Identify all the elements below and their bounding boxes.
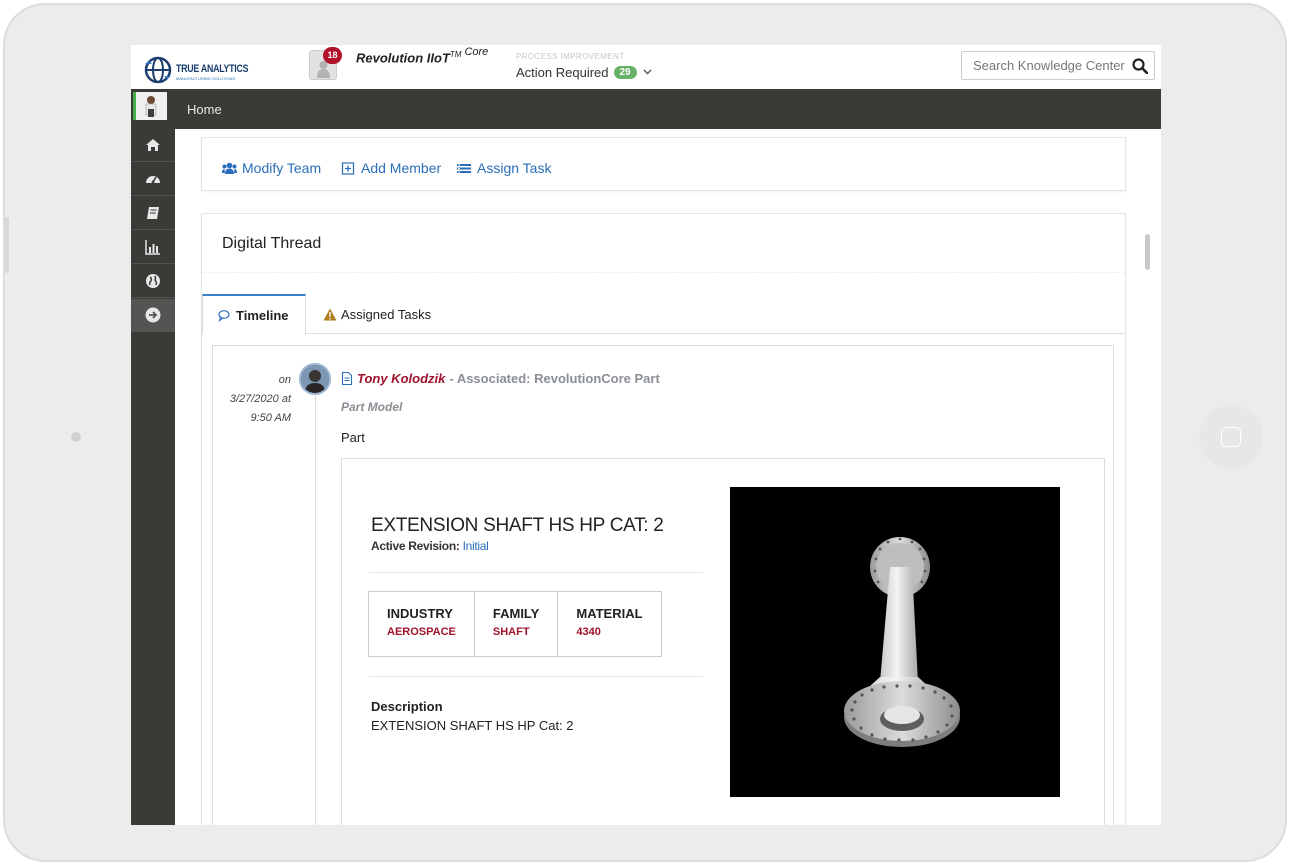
- part-revision: Active Revision: Initial: [371, 539, 489, 553]
- digital-thread-panel: Digital Thread Timeline Assigned Tasks o…: [201, 213, 1126, 825]
- attribute-value: SHAFT: [492, 626, 530, 638]
- arrow-right-circle-icon: [145, 307, 161, 323]
- globe-logo-icon: [144, 56, 172, 84]
- panel-title: Digital Thread: [222, 235, 322, 252]
- brand-tagline: MANUFACTURING SOLUTIONS: [176, 76, 236, 81]
- shaft-model-image: [844, 537, 960, 747]
- bar-chart-icon: [145, 240, 160, 255]
- main-content: Modify Team Add Member Assign Task Digit…: [175, 129, 1161, 825]
- timeline-avatar[interactable]: [299, 363, 331, 395]
- divider: [369, 676, 703, 677]
- product-title: Revolution IIoTTM Core: [356, 46, 488, 66]
- part-title: EXTENSION SHAFT HS HP CAT: 2: [371, 515, 664, 536]
- timeline-user-link[interactable]: Tony Kolodzik: [357, 371, 445, 386]
- object-type: Part: [341, 430, 365, 445]
- team-toolbar: Modify Team Add Member Assign Task: [201, 137, 1126, 191]
- users-icon: [222, 162, 237, 174]
- page-scrollbar[interactable]: [1145, 234, 1150, 270]
- tab-timeline[interactable]: Timeline: [202, 294, 306, 335]
- action-required-label: Action Required: [516, 65, 609, 80]
- part-attributes-table: INDUSTRY AEROSPACE FAMILY SHAFT MATERIAL…: [368, 591, 662, 657]
- model-type: Part Model: [341, 400, 403, 414]
- action-required-count: 29: [613, 66, 637, 79]
- tablet-camera: [71, 432, 81, 442]
- tablet-home-button[interactable]: [1199, 405, 1263, 469]
- action-required-dropdown[interactable]: Action Required 29: [516, 65, 652, 80]
- product-name: Revolution IIoT: [356, 50, 450, 66]
- attribute-key: FAMILY: [492, 606, 540, 621]
- user-avatar[interactable]: [133, 92, 167, 120]
- app-screen: TRUE ANALYTICS MANUFACTURING SOLUTIONS 1…: [131, 45, 1161, 825]
- date-value: 3/27/2020 at: [229, 393, 291, 405]
- app-header: TRUE ANALYTICS MANUFACTURING SOLUTIONS 1…: [131, 45, 1161, 89]
- add-member-label: Add Member: [361, 160, 442, 176]
- description-text: EXTENSION SHAFT HS HP Cat: 2: [371, 718, 574, 733]
- modify-team-button[interactable]: Modify Team: [222, 160, 321, 176]
- attribute-value: 4340: [576, 626, 601, 638]
- timeline-action: - Associated: RevolutionCore Part: [449, 371, 660, 386]
- revision-value[interactable]: Initial: [463, 539, 489, 553]
- assign-task-label: Assign Task: [477, 160, 552, 176]
- attribute-value: AEROSPACE: [387, 626, 456, 638]
- add-member-button[interactable]: Add Member: [341, 160, 441, 176]
- tab-assigned-tasks-label: Assigned Tasks: [341, 307, 432, 322]
- date-on: on: [278, 374, 291, 386]
- true-analytics-logo[interactable]: TRUE ANALYTICS MANUFACTURING SOLUTIONS: [143, 55, 263, 85]
- globe-icon: [146, 274, 160, 288]
- plus-square-icon: [341, 161, 355, 175]
- sidebar-item-globe[interactable]: [131, 265, 175, 298]
- divider: [202, 272, 1125, 273]
- process-improvement-label: PROCESS IMPROVEMENT: [516, 52, 625, 61]
- sidebar-item-book[interactable]: [131, 197, 175, 230]
- breadcrumb-home[interactable]: Home: [187, 102, 222, 117]
- file-icon: [341, 372, 353, 385]
- user-photo-icon: [301, 365, 329, 393]
- search-icon[interactable]: [1132, 58, 1148, 74]
- attribute-cell: MATERIAL 4340: [558, 592, 660, 656]
- attribute-cell: FAMILY SHAFT: [475, 592, 559, 656]
- sidebar-item-dashboard[interactable]: [131, 163, 175, 196]
- brand-name: TRUE ANALYTICS: [176, 63, 249, 75]
- attribute-cell: INDUSTRY AEROSPACE: [369, 592, 475, 656]
- assign-task-button[interactable]: Assign Task: [457, 160, 551, 176]
- task-list-icon: [457, 163, 471, 173]
- timeline-entry-header: Tony Kolodzik - Associated: RevolutionCo…: [341, 371, 660, 386]
- tab-bar: Timeline Assigned Tasks: [202, 294, 1125, 335]
- tab-timeline-label: Timeline: [236, 307, 289, 323]
- sidebar-item-home[interactable]: [131, 129, 175, 162]
- left-sidebar: [131, 129, 175, 825]
- trademark-mark: TM: [449, 50, 462, 59]
- sidebar-item-next[interactable]: [131, 299, 175, 332]
- revision-label: Active Revision:: [371, 539, 460, 553]
- chevron-down-icon: [643, 67, 652, 78]
- search-knowledge-center: [961, 51, 1155, 80]
- home-icon: [146, 139, 160, 151]
- tab-assigned-tasks[interactable]: Assigned Tasks: [308, 294, 446, 335]
- tablet-side-button: [5, 217, 9, 273]
- book-icon: [147, 207, 159, 219]
- notifications-button[interactable]: 18: [309, 47, 342, 80]
- sidebar-item-reports[interactable]: [131, 231, 175, 264]
- divider: [369, 572, 703, 573]
- part-card: EXTENSION SHAFT HS HP CAT: 2 Active Revi…: [341, 458, 1105, 825]
- notifications-badge: 18: [323, 47, 342, 64]
- time-value: 9:50 AM: [250, 412, 291, 424]
- dashboard-icon: [146, 176, 160, 184]
- comments-icon: [218, 309, 230, 322]
- part-3d-viewer[interactable]: [730, 487, 1060, 797]
- product-edition: Core: [464, 46, 489, 58]
- timeline-feed: on 3/27/2020 at 9:50 AM Tony Kolodzik - …: [212, 345, 1114, 825]
- attribute-key: MATERIAL: [576, 606, 643, 621]
- timeline-line: [315, 366, 316, 825]
- top-nav-bar: Home: [131, 89, 1161, 129]
- search-input[interactable]: [962, 52, 1132, 79]
- timeline-date: on 3/27/2020 at 9:50 AM: [230, 371, 291, 428]
- avatar-icon: [136, 92, 167, 120]
- attribute-key: INDUSTRY: [387, 606, 453, 621]
- warning-icon: [323, 308, 337, 321]
- description-label: Description: [371, 699, 443, 714]
- modify-team-label: Modify Team: [242, 160, 322, 176]
